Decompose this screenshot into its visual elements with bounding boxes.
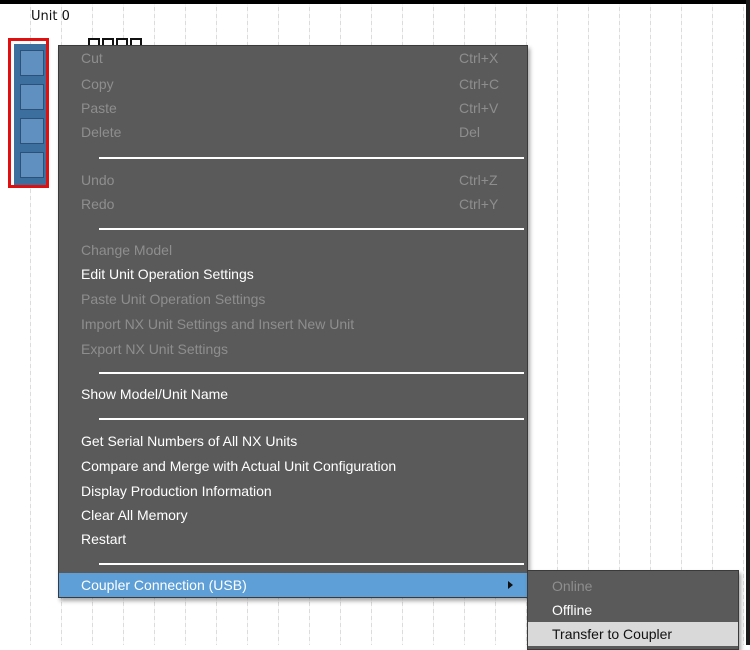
submenu-item-label: Online — [552, 578, 593, 594]
selected-unit-highlight — [8, 38, 49, 188]
menu-item-shortcut: Ctrl+Y — [459, 196, 499, 212]
menu-item-label: Restart — [81, 531, 127, 547]
menu-item-coupler-connection-usb[interactable]: Coupler Connection (USB) — [59, 573, 527, 597]
menu-item-shortcut: Ctrl+C — [459, 76, 500, 92]
menu-item-label: Undo — [81, 172, 115, 188]
context-menu: Cut Ctrl+X Copy Ctrl+C Paste Ctrl+V Dele… — [58, 45, 528, 598]
menu-item-copy[interactable]: Copy Ctrl+C — [59, 72, 527, 96]
menu-item-label: Get Serial Numbers of All NX Units — [81, 433, 298, 449]
menu-item-cut[interactable]: Cut Ctrl+X — [59, 46, 527, 70]
menu-separator — [99, 372, 524, 374]
menu-item-label: Delete — [81, 124, 122, 140]
menu-item-label: Coupler Connection (USB) — [81, 577, 247, 593]
menu-item-delete[interactable]: Delete Del — [59, 120, 527, 144]
menu-item-edit-unit-operation-settings[interactable]: Edit Unit Operation Settings — [59, 262, 527, 286]
menu-separator — [99, 563, 524, 565]
menu-separator — [99, 418, 524, 420]
submenu-item-transfer-to-coupler[interactable]: Transfer to Coupler — [528, 622, 738, 646]
menu-item-clear-all-memory[interactable]: Clear All Memory — [59, 503, 527, 527]
unit-title: Unit 0 — [31, 9, 70, 24]
menu-item-label: Edit Unit Operation Settings — [81, 266, 254, 282]
menu-item-label: Clear All Memory — [81, 507, 188, 523]
menu-item-label: Cut — [81, 50, 103, 66]
right-border — [746, 0, 750, 645]
submenu-item-offline[interactable]: Offline — [528, 598, 738, 622]
menu-item-label: Redo — [81, 196, 115, 212]
menu-separator — [99, 228, 524, 230]
menu-item-compare-and-merge[interactable]: Compare and Merge with Actual Unit Confi… — [59, 454, 527, 478]
menu-item-shortcut: Ctrl+V — [459, 100, 499, 116]
menu-item-label: Copy — [81, 76, 114, 92]
menu-item-label: Compare and Merge with Actual Unit Confi… — [81, 458, 397, 474]
menu-item-label: Paste — [81, 100, 117, 116]
submenu-item-label: Transfer to Coupler — [552, 626, 673, 642]
menu-item-shortcut: Del — [459, 124, 481, 140]
menu-item-label: Change Model — [81, 242, 173, 258]
menu-item-label: Show Model/Unit Name — [81, 386, 229, 402]
submenu-item-online[interactable]: Online — [528, 574, 738, 598]
menu-item-display-production-information[interactable]: Display Production Information — [59, 479, 527, 503]
menu-item-export-nx-unit-settings[interactable]: Export NX Unit Settings — [59, 337, 527, 361]
menu-item-label: Export NX Unit Settings — [81, 341, 229, 357]
menu-item-label: Paste Unit Operation Settings — [81, 291, 266, 307]
menu-item-import-nx-unit-settings[interactable]: Import NX Unit Settings and Insert New U… — [59, 312, 527, 336]
coupler-connection-submenu: Online Offline Transfer to Coupler — [527, 570, 739, 650]
menu-item-label: Import NX Unit Settings and Insert New U… — [81, 316, 355, 332]
menu-item-show-model-unit-name[interactable]: Show Model/Unit Name — [59, 382, 527, 406]
top-border — [0, 0, 750, 4]
menu-item-change-model[interactable]: Change Model — [59, 238, 527, 262]
menu-item-get-serial-numbers[interactable]: Get Serial Numbers of All NX Units — [59, 429, 527, 453]
menu-item-paste-unit-operation-settings[interactable]: Paste Unit Operation Settings — [59, 287, 527, 311]
submenu-item-label: Offline — [552, 602, 593, 618]
menu-item-shortcut: Ctrl+X — [459, 50, 499, 66]
submenu-arrow-icon — [508, 581, 513, 589]
menu-item-paste[interactable]: Paste Ctrl+V — [59, 96, 527, 120]
menu-item-undo[interactable]: Undo Ctrl+Z — [59, 168, 527, 192]
menu-item-shortcut: Ctrl+Z — [459, 172, 498, 188]
menu-item-restart[interactable]: Restart — [59, 527, 527, 551]
menu-item-label: Display Production Information — [81, 483, 272, 499]
menu-separator — [99, 157, 524, 159]
menu-item-redo[interactable]: Redo Ctrl+Y — [59, 192, 527, 216]
